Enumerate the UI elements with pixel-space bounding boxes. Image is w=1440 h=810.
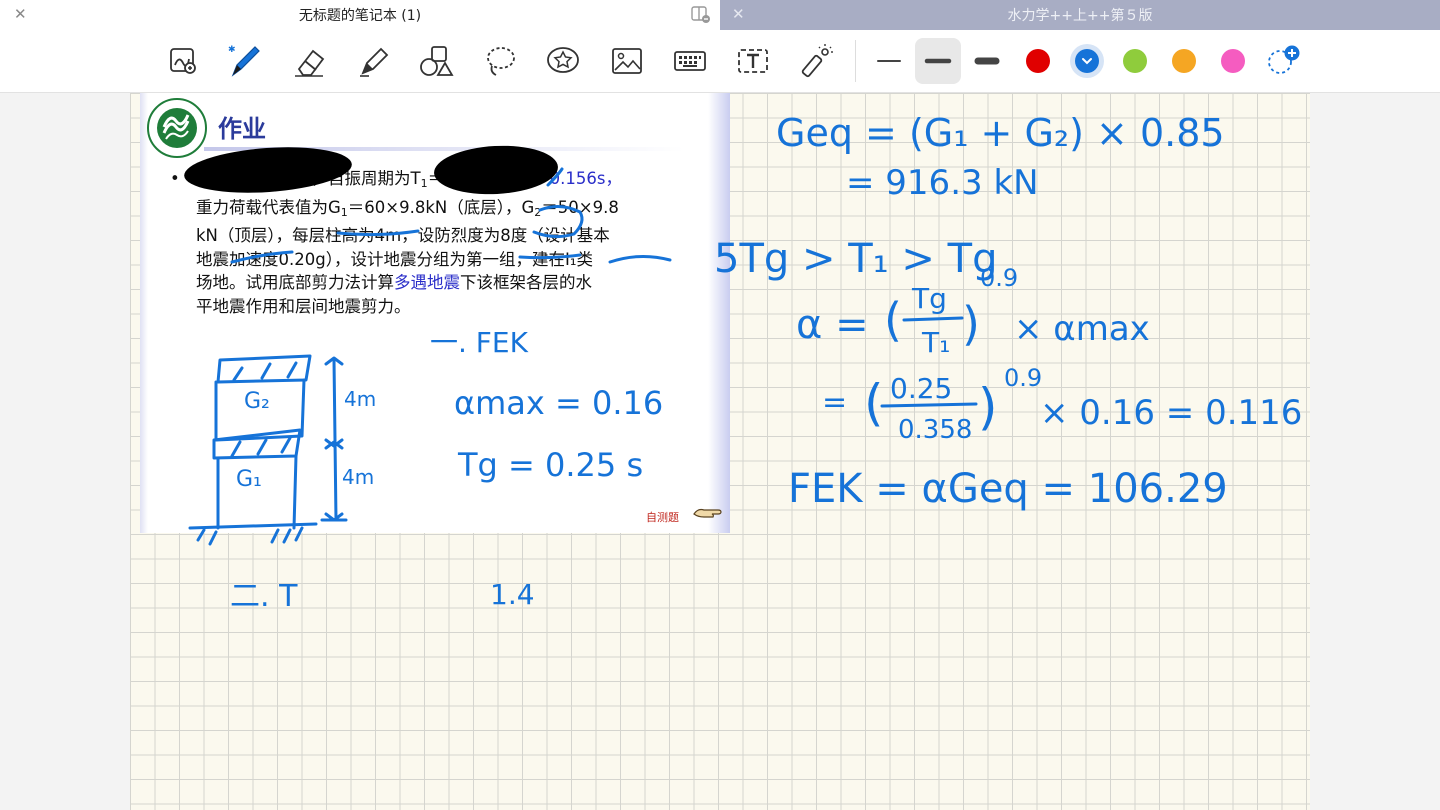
zoom-pen-tool[interactable]: [160, 38, 206, 84]
add-color-button[interactable]: [1264, 44, 1304, 78]
image-tool[interactable]: [604, 38, 650, 84]
color-orange[interactable]: [1172, 49, 1196, 73]
toolbar: ✱: [0, 30, 1440, 93]
thin-line-icon: [877, 60, 901, 62]
svg-text:✱: ✱: [228, 45, 236, 55]
laser-pointer-icon: [801, 44, 833, 78]
slide-problem-text: • 某两层框架结构，自振周期为T1＝0.358s，T₂＝0.156s， 重力荷载…: [170, 167, 692, 318]
color-green[interactable]: [1123, 49, 1147, 73]
lasso-icon: [487, 47, 515, 76]
slide-right-band: [708, 93, 730, 533]
text-box-icon: [738, 49, 768, 73]
image-icon: [612, 48, 642, 74]
self-test-link[interactable]: 自测题: [646, 509, 679, 525]
pen-tool[interactable]: ✱: [222, 38, 268, 84]
tab-title: 水力学++上++第５版: [1007, 8, 1153, 24]
problem-line-6: 平地震作用和层间地震剪力。: [196, 296, 411, 316]
keyboard-icon: [674, 51, 706, 71]
inserted-slide[interactable]: 作业 • 某两层框架结构，自振周期为T1＝0.358s，T₂＝0.156s， 重…: [140, 93, 730, 533]
shapes-icon: [420, 46, 454, 76]
text-box-tool[interactable]: [730, 38, 776, 84]
split-view-icon[interactable]: [690, 4, 710, 24]
laser-pointer-tool[interactable]: [795, 38, 841, 84]
color-blue[interactable]: [1075, 49, 1099, 73]
close-icon[interactable]: ✕: [732, 5, 745, 23]
add-color-icon: [1268, 45, 1300, 74]
chevron-down-icon: [1082, 58, 1092, 65]
slide-title: 作业: [218, 115, 266, 143]
stroke-width-thin[interactable]: [866, 38, 912, 84]
color-red[interactable]: [1026, 49, 1050, 73]
tab-bar: ✕ 无标题的笔记本 (1) ✕ 水力学++上++第５版: [0, 0, 1440, 30]
shapes-tool[interactable]: [413, 38, 459, 84]
slide-left-shade: [140, 93, 148, 533]
university-logo: [147, 98, 207, 158]
pen-icon: ✱: [228, 45, 260, 77]
sticker-tool[interactable]: [540, 38, 586, 84]
tab-notebook[interactable]: ✕ 无标题的笔记本 (1): [0, 0, 720, 30]
bullet-icon: •: [170, 169, 180, 188]
medium-line-icon: [924, 58, 952, 64]
highlighter-icon: [360, 47, 389, 77]
eraser-icon: [295, 49, 325, 77]
zoom-pen-icon: [170, 48, 196, 74]
stroke-width-thick[interactable]: [964, 38, 1010, 84]
problem-line-2: 重力荷载代表值为G1＝60×9.8kN（底层），G2＝50×9.8: [196, 197, 619, 219]
color-pink[interactable]: [1221, 49, 1245, 73]
pointing-hand-icon[interactable]: [692, 507, 722, 521]
eraser-tool[interactable]: [286, 38, 332, 84]
sticker-icon: [547, 47, 579, 73]
lasso-tool[interactable]: [477, 38, 523, 84]
close-icon[interactable]: ✕: [14, 5, 27, 23]
problem-line-4: 地震加速度0.20g），设计地震分组为第一组，建在I₁类: [196, 249, 593, 269]
problem-line-1: 某两层框架结构，自振周期为T1＝0.358s，T₂＝0.156s，: [196, 169, 622, 190]
tab-textbook[interactable]: ✕ 水力学++上++第５版: [720, 0, 1440, 30]
tab-title: 无标题的笔记本 (1): [298, 8, 422, 24]
toolbar-separator: [855, 40, 856, 82]
keyboard-tool[interactable]: [667, 38, 713, 84]
problem-line-3: kN（顶层），每层柱高为4m，设防烈度为8度（设计基本: [196, 226, 610, 245]
stroke-width-medium[interactable]: [915, 38, 961, 84]
thick-line-icon: [974, 57, 1000, 65]
problem-line-5: 场地。试用底部剪力法计算多遇地震下该框架各层的水: [196, 273, 592, 292]
highlighter-tool[interactable]: [350, 38, 396, 84]
title-rule: [204, 147, 684, 151]
